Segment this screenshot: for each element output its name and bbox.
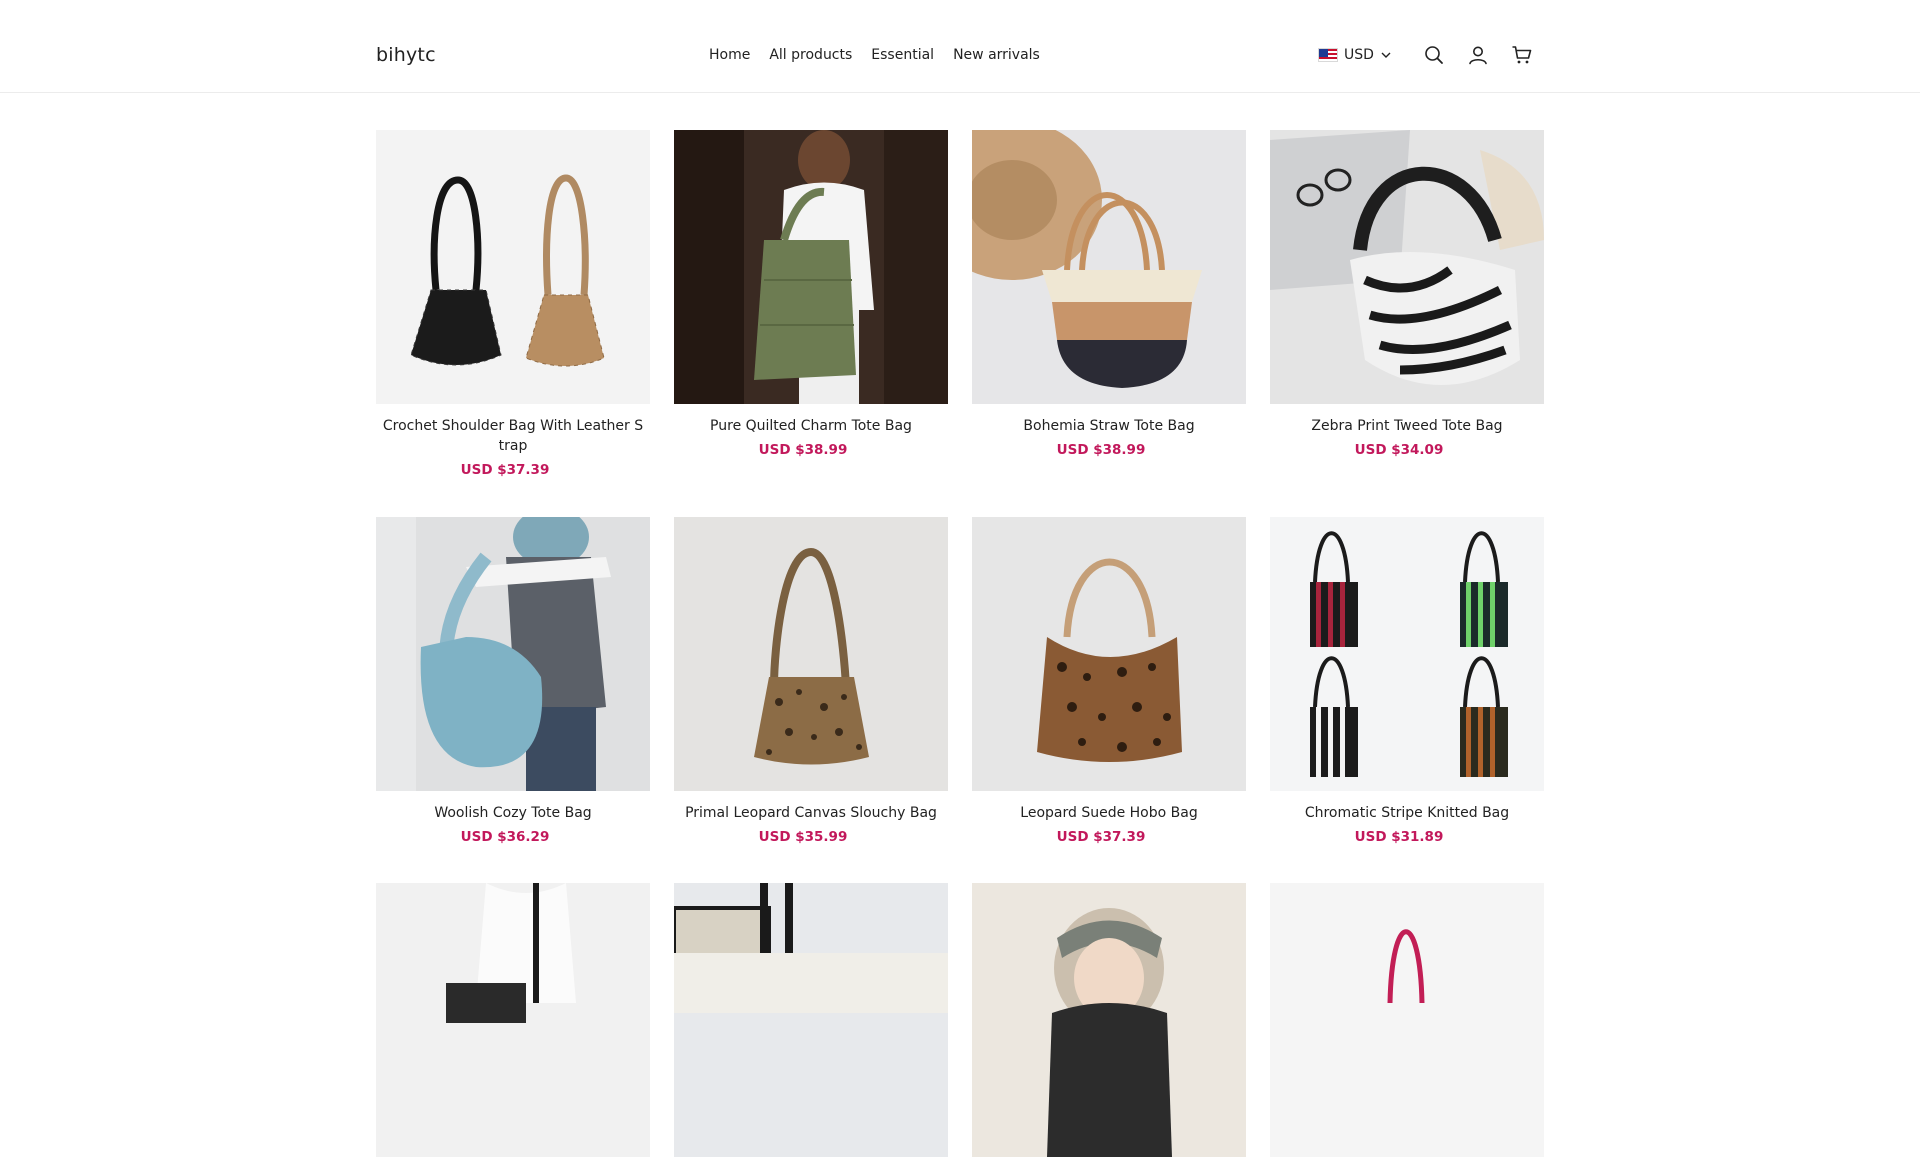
product-card[interactable]: Primal Leopard Canvas Slouchy Bag USD $3… [674, 517, 948, 845]
nav-essential[interactable]: Essential [871, 47, 934, 63]
product-title[interactable]: Primal Leopard Canvas Slouchy Bag [674, 803, 948, 823]
product-image-straw-tote[interactable] [972, 130, 1246, 404]
main-nav: Home All products Essential New arrivals [709, 47, 1040, 63]
product-price: USD $37.39 [460, 462, 550, 478]
product-card[interactable]: Pure Quilted Charm Tote Bag USD $38.99 [674, 130, 948, 458]
product-price: USD $35.99 [758, 829, 848, 845]
currency-code: USD [1344, 47, 1374, 63]
product-image[interactable] [376, 883, 650, 1157]
product-card[interactable]: Woolish Cozy Tote Bag USD $36.29 [376, 517, 650, 845]
product-title[interactable]: Woolish Cozy Tote Bag [376, 803, 650, 823]
product-card[interactable] [1270, 883, 1544, 1157]
product-card[interactable]: Leopard Suede Hobo Bag USD $37.39 [972, 517, 1246, 845]
account-icon[interactable] [1466, 43, 1490, 67]
cart-icon[interactable] [1510, 43, 1534, 67]
product-title[interactable]: Zebra Print Tweed Tote Bag [1270, 416, 1544, 436]
site-header: bihytc Home All products Essential New a… [0, 0, 1920, 93]
product-card[interactable] [674, 883, 948, 1157]
nav-home[interactable]: Home [709, 47, 750, 63]
product-title[interactable]: Leopard Suede Hobo Bag [972, 803, 1246, 823]
search-icon[interactable] [1422, 43, 1446, 67]
product-price: USD $31.89 [1354, 829, 1444, 845]
product-price: USD $36.29 [460, 829, 550, 845]
product-title[interactable]: Crochet Shoulder Bag With Leather Strap [376, 416, 650, 456]
product-price: USD $34.09 [1354, 442, 1444, 458]
product-image-stripe-knitted[interactable] [1270, 517, 1544, 791]
product-card[interactable]: Crochet Shoulder Bag With Leather Strap … [376, 130, 650, 478]
product-image-crochet-bag[interactable] [376, 130, 650, 404]
product-image[interactable] [674, 883, 948, 1157]
product-image-woolish-tote[interactable] [376, 517, 650, 791]
product-card[interactable]: Zebra Print Tweed Tote Bag USD $34.09 [1270, 130, 1544, 458]
product-image[interactable] [1270, 883, 1544, 1157]
product-card[interactable]: Bohemia Straw Tote Bag USD $38.99 [972, 130, 1246, 458]
product-price: USD $38.99 [758, 442, 848, 458]
product-title[interactable]: Pure Quilted Charm Tote Bag [674, 416, 948, 436]
product-card[interactable] [972, 883, 1246, 1157]
nav-all-products[interactable]: All products [769, 47, 852, 63]
product-title[interactable]: Chromatic Stripe Knitted Bag [1270, 803, 1544, 823]
currency-selector[interactable]: USD [1318, 47, 1392, 63]
product-image[interactable] [972, 883, 1246, 1157]
product-image-zebra-tote[interactable] [1270, 130, 1544, 404]
chevron-down-icon [1381, 52, 1391, 58]
product-image-quilted-tote[interactable] [674, 130, 948, 404]
us-flag-icon [1318, 48, 1338, 62]
product-title[interactable]: Bohemia Straw Tote Bag [972, 416, 1246, 436]
brand-logo[interactable]: bihytc [376, 44, 436, 66]
product-card[interactable] [376, 883, 650, 1157]
product-image-leopard-hobo[interactable] [972, 517, 1246, 791]
product-price: USD $38.99 [1056, 442, 1146, 458]
product-price: USD $37.39 [1056, 829, 1146, 845]
product-image-leopard-canvas[interactable] [674, 517, 948, 791]
product-card[interactable]: Chromatic Stripe Knitted Bag USD $31.89 [1270, 517, 1544, 845]
nav-new-arrivals[interactable]: New arrivals [953, 47, 1040, 63]
